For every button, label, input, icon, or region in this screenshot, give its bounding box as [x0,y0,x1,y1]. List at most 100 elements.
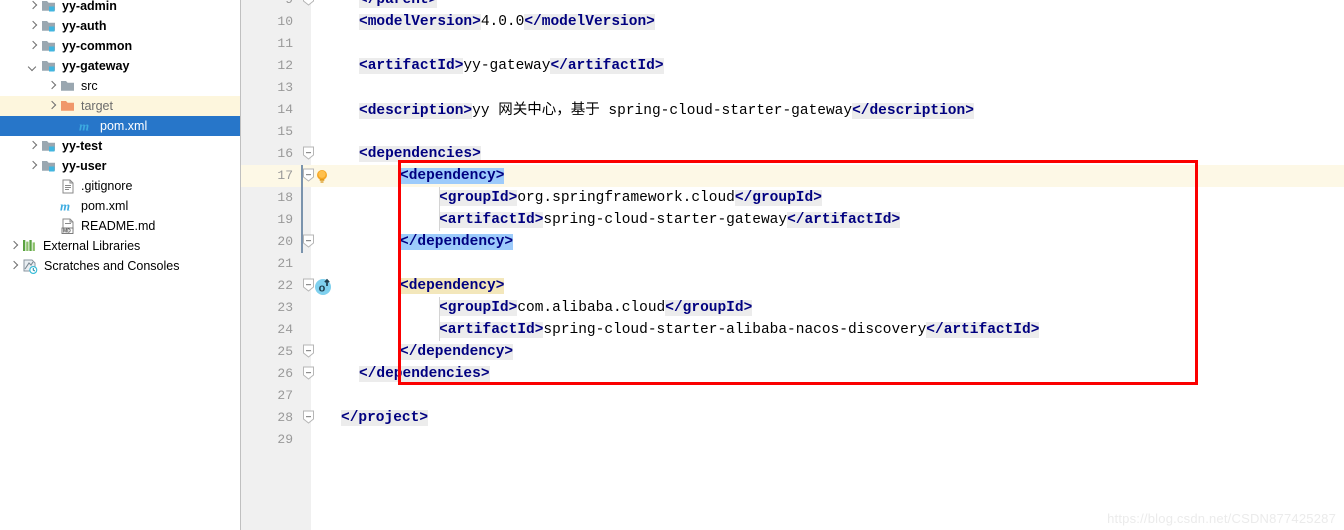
svg-text:MD: MD [63,228,71,234]
code-line[interactable]: 11 [241,33,1344,55]
code-line[interactable]: 16 <dependencies> [241,143,1344,165]
text-file-icon [60,178,76,194]
code-line[interactable]: 13 [241,77,1344,99]
tree-item-readme-md[interactable]: MD README.md [0,216,240,236]
tree-item-src[interactable]: src [0,76,240,96]
chevron-right-icon[interactable] [8,261,19,272]
chevron-right-icon[interactable] [46,81,57,92]
xml-tag: <artifactId> [359,58,464,74]
xml-tag: <description> [359,103,473,119]
line-number: 29 [277,432,293,447]
chevron-right-icon[interactable] [27,1,38,12]
folder-icon [60,78,76,94]
tree-item-label: pom.xml [81,199,129,213]
fold-marker-icon[interactable] [302,344,315,359]
chevron-right-icon[interactable] [46,101,57,112]
code-text: 4.0.0 [480,14,525,30]
code-line[interactable]: 20 </dependency> [241,231,1344,253]
line-number: 28 [277,410,293,425]
code-line[interactable]: 28 </project> [241,407,1344,429]
code-line[interactable]: 14 <description>yy 网关中心，基于 spring-cloud-s… [241,99,1344,121]
code-line[interactable]: 10 <modelVersion>4.0.0</modelVersion> [241,11,1344,33]
code-line-text: <description>yy 网关中心，基于 spring-cloud-sta… [359,99,974,122]
line-number: 18 [277,190,293,205]
code-line[interactable]: 9 </parent> [241,0,1344,11]
line-number: 22 [277,278,293,293]
code-lines: 9 </parent> 10 <modelVersion>4.0.0</modelVe… [241,0,1344,530]
tree-item-label: yy-common [62,39,133,53]
scratches-icon [22,258,39,275]
indent-guide [400,165,401,385]
chevron-right-icon[interactable] [27,41,38,52]
code-line[interactable]: 21 [241,253,1344,275]
chevron-down-icon[interactable] [27,61,38,72]
tree-item-scratches-and-consoles[interactable]: Scratches and Consoles [0,256,240,276]
fold-marker-icon[interactable] [302,366,315,381]
module-folder-icon [41,18,57,34]
code-line[interactable]: 26 </dependencies> [241,363,1344,385]
code-line[interactable]: 12 <artifactId>yy-gateway</artifactId> [241,55,1344,77]
project-tree-panel[interactable]: yy-admin yy-auth yy-common yy-gateway src tar… [0,0,241,530]
svg-text:m: m [60,199,70,214]
tree-item-label: yy-admin [62,0,117,13]
code-line[interactable]: 22 <dependency> [241,275,1344,297]
code-line-text: <artifactId>yy-gateway</artifactId> [359,55,664,77]
line-number: 12 [277,58,293,73]
maven-reimport-icon[interactable]: o [314,277,333,301]
fold-marker-icon[interactable] [302,168,315,183]
tree-item-yy-auth[interactable]: yy-auth [0,16,240,36]
code-line-text: <dependency> [400,275,505,297]
intention-lightbulb-icon[interactable] [315,169,329,189]
line-number: 13 [277,80,293,95]
code-line[interactable]: 25 </dependency> [241,341,1344,363]
code-text: spring-cloud-starter-gateway [599,103,853,119]
code-line[interactable]: 15 [241,121,1344,143]
tree-item-label: yy-gateway [62,59,130,73]
code-line-text: <modelVersion>4.0.0</modelVersion> [359,11,655,33]
markdown-file-icon: MD [60,218,76,235]
fold-marker-icon[interactable] [302,410,315,425]
xml-tag: </groupId> [734,190,822,206]
chevron-right-icon[interactable] [27,21,38,32]
tree-item-pom-xml[interactable]: m pom.xml [0,116,240,136]
code-line[interactable]: 24 <artifactId>spring-cloud-starter-aliba… [241,319,1344,341]
fold-marker-icon[interactable] [302,234,315,249]
code-editor[interactable]: 9 </parent> 10 <modelVersion>4.0.0</modelVe… [241,0,1344,530]
tree-item-external-libraries[interactable]: External Libraries [0,236,240,256]
tree-item-label: yy-auth [62,19,107,33]
tree-item-yy-gateway[interactable]: yy-gateway [0,56,240,76]
code-line[interactable]: 27 [241,385,1344,407]
code-text: spring-cloud-starter-gateway [543,212,788,228]
xml-tag: <modelVersion> [359,14,481,30]
tree-item-yy-common[interactable]: yy-common [0,36,240,56]
no-chevron-spacer [46,201,57,212]
svg-text:o: o [319,283,326,295]
fold-marker-icon[interactable] [302,0,315,7]
xml-tag: </artifactId> [787,212,901,228]
code-line[interactable]: 23 <groupId>com.alibaba.cloud</groupId> [241,297,1344,319]
tree-item-label: src [81,79,98,93]
line-number: 24 [277,322,293,337]
code-line[interactable]: 17 <dependency> [241,165,1344,187]
tree-item-yy-admin[interactable]: yy-admin [0,0,240,16]
tree-item-yy-test[interactable]: yy-test [0,136,240,156]
code-line[interactable]: 18 <groupId>org.springframework.cloud</gr… [241,187,1344,209]
tree-item-pom-xml[interactable]: m pom.xml [0,196,240,216]
chevron-right-icon[interactable] [27,141,38,152]
xml-tag: <artifactId> [439,212,544,228]
tree-item-label: .gitignore [81,179,133,193]
code-line-text: <groupId>org.springframework.cloud</grou… [439,187,822,209]
xml-tag: <dependencies> [359,146,481,162]
code-line[interactable]: 19 <artifactId>spring-cloud-starter-gatew… [241,209,1344,231]
code-line[interactable]: 29 [241,429,1344,451]
watermark-text: https://blog.csdn.net/CSDN877425287 [1107,511,1336,526]
line-number: 21 [277,256,293,271]
chevron-right-icon[interactable] [27,161,38,172]
tree-item-gitignore[interactable]: .gitignore [0,176,240,196]
tree-item-target[interactable]: target [0,96,240,116]
tree-item-yy-user[interactable]: yy-user [0,156,240,176]
no-chevron-spacer [46,181,57,192]
fold-marker-icon[interactable] [302,146,315,161]
chevron-right-icon[interactable] [8,241,19,252]
xml-tag: <groupId> [439,300,518,316]
